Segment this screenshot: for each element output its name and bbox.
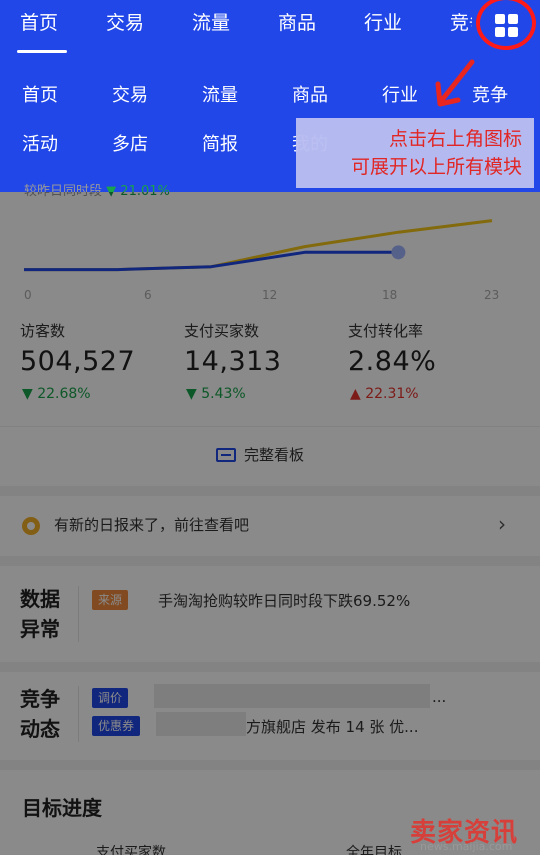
- section-separator: [0, 662, 540, 672]
- active-tab-indicator: [17, 50, 67, 53]
- goal-col-annual: 全年目标: [346, 845, 402, 855]
- trend-line-1: [24, 250, 399, 272]
- section-divider-line: [78, 686, 79, 742]
- section-divider-line: [78, 586, 79, 642]
- metric-change-conversion: ▲ 22.31%: [350, 386, 419, 402]
- current-point-marker: [391, 245, 406, 260]
- daily-report-notice[interactable]: 有新的日报来了，前往查看吧 ›: [0, 498, 540, 554]
- anomaly-title-line-2: 异常: [20, 617, 60, 641]
- comparison-change: ▼ 21.01%: [106, 184, 170, 199]
- anomaly-text[interactable]: 手淘淘抢购较昨日同时段下跌69.52%: [158, 590, 410, 611]
- metric-label-conversion: 支付转化率: [348, 322, 424, 340]
- goal-title: 目标进度: [22, 796, 102, 820]
- metric-value-visitors: 504,527: [20, 346, 136, 377]
- module-multistore[interactable]: 多店: [112, 133, 148, 157]
- price-change-text[interactable]: ...: [432, 688, 446, 706]
- divider: [0, 426, 540, 427]
- goal-col-buyers: 支付买家数: [96, 845, 166, 855]
- x-tick-label: 6: [144, 288, 152, 302]
- annotation-box: 点击右上角图标 可展开以上所有模块: [296, 118, 534, 188]
- redaction-block: [154, 684, 430, 708]
- metric-label-buyers: 支付买家数: [184, 322, 260, 340]
- comparison-row: 较昨日同时段 ▼ 21.01%: [24, 180, 170, 199]
- module-activity[interactable]: 活动: [22, 133, 58, 157]
- trend-line-0: [24, 219, 493, 272]
- x-tick-label: 18: [382, 288, 398, 302]
- x-tick-label: 12: [262, 288, 278, 302]
- module-product[interactable]: 商品: [292, 84, 328, 108]
- notice-icon: [22, 517, 40, 535]
- coupon-tag: 优惠券: [92, 716, 141, 736]
- comparison-label: 较昨日同时段: [24, 184, 103, 199]
- full-board-button[interactable]: 完整看板: [216, 444, 304, 465]
- tab-competition[interactable]: 竞争: [450, 10, 472, 36]
- anomaly-title-line-1: 数据: [20, 587, 60, 611]
- trend-chart: [24, 219, 493, 272]
- section-separator: [0, 556, 540, 566]
- metric-value-conversion: 2.84%: [348, 346, 437, 377]
- competition-title-line-1: 竞争: [20, 687, 60, 711]
- section-separator: [0, 760, 540, 770]
- metric-change-visitors: ▼ 22.68%: [22, 386, 91, 402]
- dashboard-content: 较昨日同时段 ▼ 21.01% 0 6 12 18 23 访客数 504,527 ▼ 2…: [0, 184, 540, 855]
- tab-industry[interactable]: 行业: [364, 10, 402, 36]
- app-screen: 首页 交易 流量 商品 行业 竞争 首页 交易 流量 商品 行业 竞争 活动 多…: [0, 0, 540, 855]
- tab-trade[interactable]: 交易: [106, 10, 144, 36]
- module-home[interactable]: 首页: [22, 84, 58, 108]
- tab-traffic[interactable]: 流量: [192, 10, 230, 36]
- redaction-block: [156, 712, 246, 736]
- tab-product[interactable]: 商品: [278, 10, 316, 36]
- metric-change-buyers: ▼ 5.43%: [186, 386, 246, 402]
- metric-value-buyers: 14,313: [184, 346, 282, 377]
- annotation-arrow-icon: [435, 59, 475, 107]
- coupon-text[interactable]: 方旗舰店 发布 14 张 优...: [246, 716, 418, 737]
- price-change-tag: 调价: [92, 688, 129, 708]
- source-tag: 来源: [92, 590, 129, 610]
- competition-title-line-2: 动态: [20, 717, 60, 741]
- watermark-url: news.maijia.com: [420, 840, 513, 853]
- metric-label-visitors: 访客数: [20, 322, 66, 340]
- annotation-line-2: 可展开以上所有模块: [350, 156, 522, 178]
- chevron-right-icon[interactable]: ›: [498, 512, 506, 536]
- notice-text: 有新的日报来了，前往查看吧: [54, 516, 250, 534]
- annotation-line-1: 点击右上角图标: [388, 128, 522, 150]
- x-tick-label: 0: [24, 288, 32, 302]
- module-traffic[interactable]: 流量: [202, 84, 238, 108]
- module-brief[interactable]: 简报: [202, 133, 238, 157]
- x-tick-label: 23: [484, 288, 500, 302]
- module-trade[interactable]: 交易: [112, 84, 148, 108]
- tab-home[interactable]: 首页: [20, 10, 58, 36]
- section-separator: [0, 486, 540, 496]
- board-icon: [216, 448, 236, 462]
- module-industry[interactable]: 行业: [382, 84, 418, 108]
